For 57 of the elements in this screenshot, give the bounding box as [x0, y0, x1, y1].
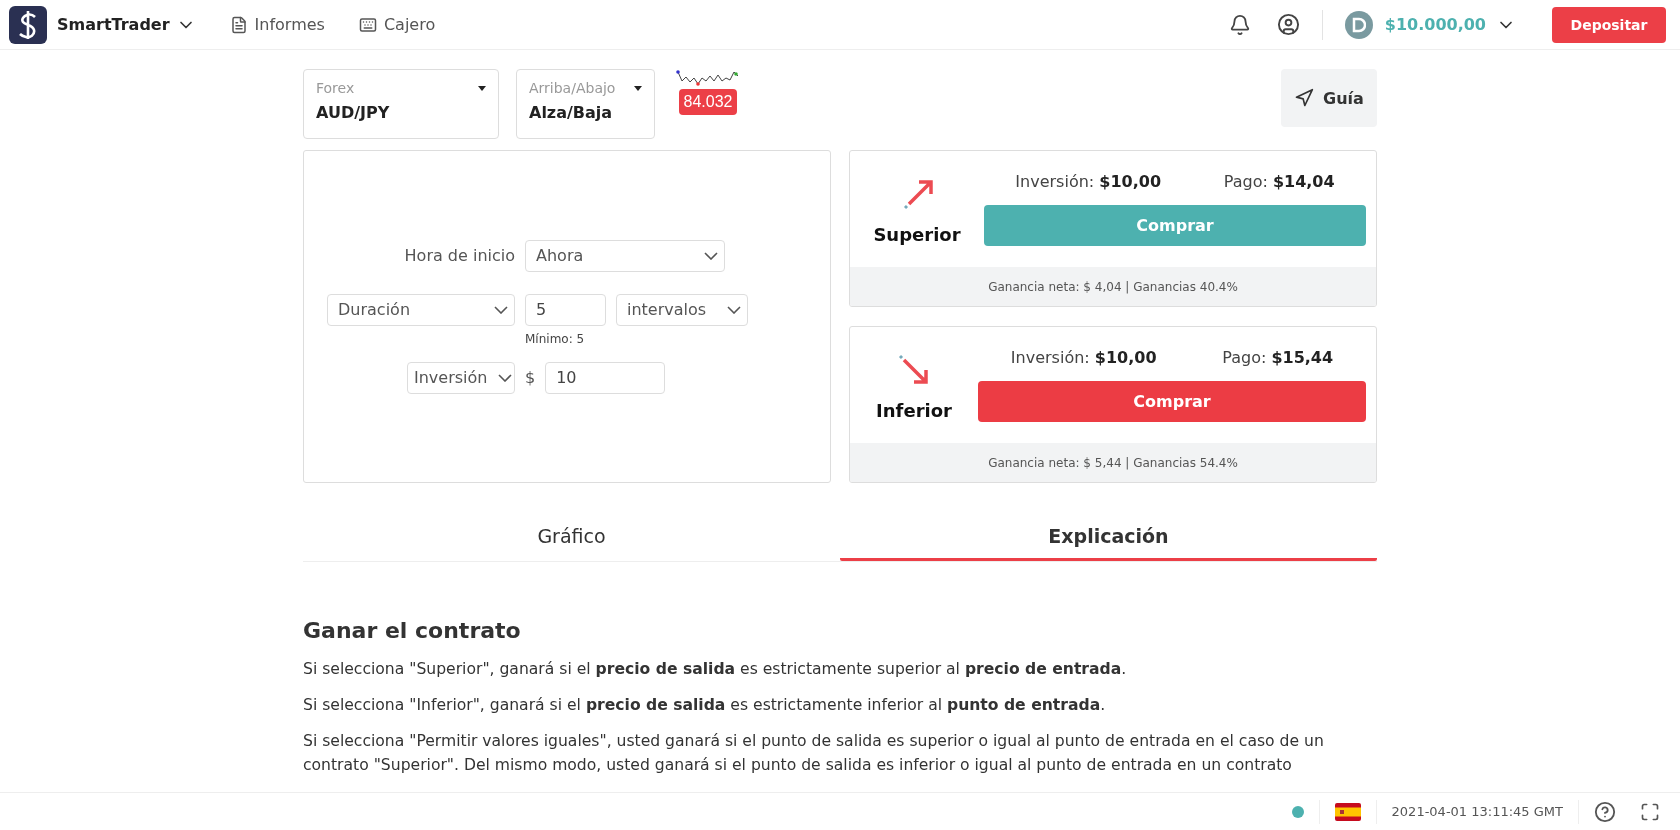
nav-link[interactable]: Cajero	[358, 15, 436, 34]
investment-amount: Inversión: $10,00	[1015, 172, 1162, 191]
chevron-icon	[727, 305, 741, 314]
duration-input[interactable]: 5	[525, 293, 606, 326]
deposit-button[interactable]: Depositar	[1552, 6, 1666, 43]
start-time-dropdown[interactable]: Ahora	[525, 239, 725, 272]
payout-amount: Pago: $14,04	[1223, 172, 1335, 191]
coin-icon[interactable]	[1344, 10, 1373, 39]
tab[interactable]: Explicación	[840, 515, 1377, 561]
tab[interactable]: Gráfico	[303, 515, 840, 561]
caret-icon	[634, 86, 642, 91]
duration-dropdown[interactable]: Duración	[327, 293, 515, 326]
select-value: Alza/Baja	[529, 103, 613, 122]
flag-icon[interactable]	[1334, 802, 1361, 821]
chevron-icon	[494, 305, 508, 314]
user-icon[interactable]	[1276, 13, 1300, 36]
nav-link[interactable]: Informes	[229, 15, 325, 34]
investment-amount: Inversión: $10,00	[1010, 348, 1157, 367]
trade-type-select[interactable]: Arriba/Abajo Alza/Baja	[516, 69, 655, 139]
nav-label[interactable]: Cajero	[383, 15, 436, 34]
guide-button[interactable]: Guía	[1281, 69, 1377, 127]
minimum-hint: Mínimo: 5	[525, 331, 586, 346]
caret-icon	[478, 86, 486, 91]
select-value: AUD/JPY	[316, 103, 390, 122]
payout-amount: Pago: $15,44	[1222, 348, 1334, 367]
profit-summary: Ganancia neta: $ 4,04 | Ganancias 40.4%	[988, 279, 1238, 294]
sparkline-drawing	[676, 69, 740, 87]
paragraph: Si selecciona "Permitir valores iguales", usted ganará si el punto de salida es superior o igual al punto de entrada en el caso de un contrato "Superior". Del mismo modo, usted ganará si el punto de salida es inferior o igual al punto de entrada en un contrato	[303, 731, 1325, 777]
contract-label: Inferior	[876, 399, 952, 421]
market-select[interactable]: Forex AUD/JPY	[303, 69, 499, 139]
field-label: Hora de inicio	[404, 246, 515, 265]
chevron-icon	[704, 251, 718, 260]
unit-dropdown[interactable]: intervalos	[616, 293, 748, 326]
server-time: 2021-04-01 13:11:45 GMT	[1391, 804, 1563, 819]
contract-label: Superior	[873, 223, 961, 245]
nav-label[interactable]: Informes	[254, 15, 325, 34]
select-label: Arriba/Abajo	[529, 80, 616, 96]
amount-type-dropdown[interactable]: Inversión	[407, 361, 515, 394]
register-icon	[358, 15, 377, 34]
navigation-icon	[1294, 88, 1315, 108]
paragraph: Si selecciona "Inferior", ganará si el precio de salida es estrictamente inferior al punto de entrada.	[303, 695, 1107, 717]
help-icon[interactable]	[1594, 800, 1616, 823]
profit-summary: Ganancia neta: $ 5,44 | Ganancias 54.4%	[988, 455, 1238, 470]
currency-symbol: $	[525, 368, 536, 387]
chevron-icon	[498, 373, 512, 382]
document-icon	[229, 15, 248, 34]
price-badge: 84.032	[678, 89, 738, 115]
status-dot	[1291, 805, 1304, 818]
brand-name[interactable]: SmartTrader	[57, 15, 170, 34]
section-heading: Ganar el contrato	[303, 618, 522, 643]
amount-input[interactable]: 10	[545, 361, 666, 394]
buy-button[interactable]: Comprar	[978, 381, 1366, 422]
logo-icon[interactable]	[9, 5, 47, 44]
paragraph: Si selecciona "Superior", ganará si el precio de salida es estrictamente superior al precio de entrada.	[303, 659, 1128, 680]
notification-icon[interactable]	[1228, 13, 1251, 36]
select-label: Forex	[316, 80, 355, 96]
fullscreen-icon[interactable]	[1640, 801, 1660, 822]
